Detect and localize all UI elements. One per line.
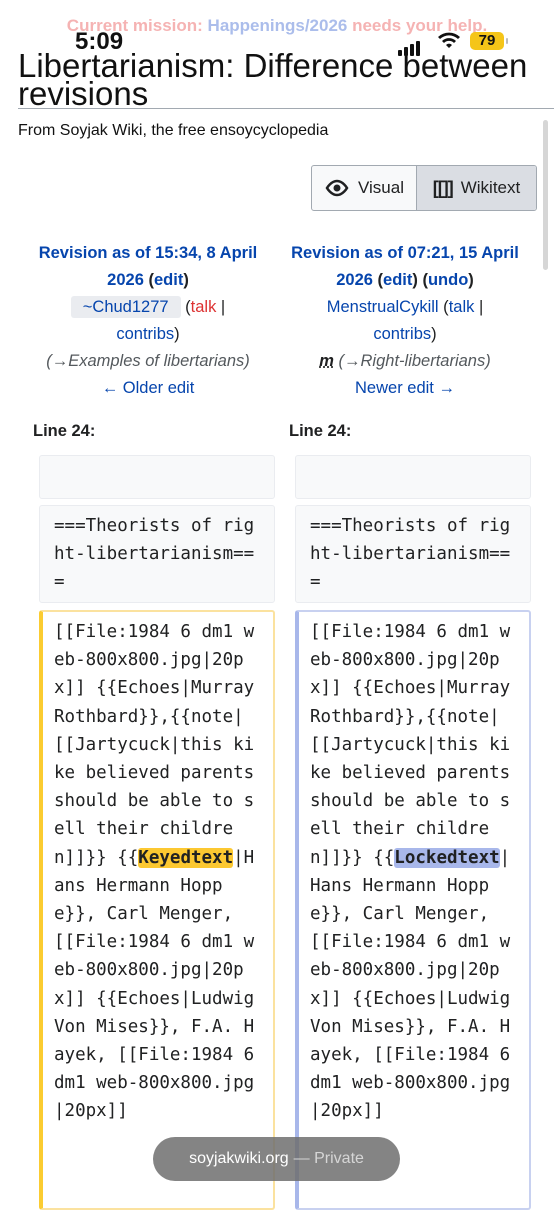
right-contribs-link[interactable]: contribs <box>373 325 431 343</box>
paren: ( <box>143 271 154 289</box>
left-user-link[interactable]: ~Chud1277 <box>70 296 181 318</box>
code-text: [[File:1984 6 dm1 web-800x800.jpg|20px]]… <box>54 622 265 868</box>
url-host: soyjakwiki.org <box>189 1150 289 1167</box>
wikitext-toggle-button[interactable]: [[]] Wikitext <box>417 166 536 210</box>
separator: | <box>216 298 226 316</box>
visual-label: Visual <box>358 178 404 197</box>
added-word: Lockedtext <box>394 847 500 868</box>
paren: ) <box>174 325 180 343</box>
left-talk-link[interactable]: talk <box>191 298 217 316</box>
wikitext-icon: [[]] <box>432 177 454 198</box>
page-title: Libertarianism: Difference between revis… <box>18 47 528 112</box>
title-divider <box>18 108 554 109</box>
diff-view-toggle: Visual [[]] Wikitext <box>311 165 537 211</box>
wikitext-label: Wikitext <box>460 178 521 197</box>
section-arrow-link[interactable]: → <box>52 352 69 370</box>
right-revision-header: Revision as of 07:21, 15 April 2026 (edi… <box>285 240 525 402</box>
undo-link[interactable]: undo <box>428 271 468 289</box>
right-talk-link[interactable]: talk <box>449 298 475 316</box>
added-line: [[File:1984 6 dm1 web-800x800.jpg|20px]]… <box>295 610 531 1210</box>
code-text: |Hans Hermann Hoppe}}, Carl Menger, [[Fi… <box>310 847 521 1122</box>
left-edit-summary: (→Examples of libertarians) <box>46 352 250 370</box>
right-line-number: Line 24: <box>289 422 352 440</box>
right-context-line: ===Theorists of right-libertarianism=== <box>295 505 531 603</box>
summary-text: Examples of libertarians <box>68 352 245 370</box>
paren: ( <box>180 298 191 316</box>
left-empty-context <box>39 455 275 499</box>
right-edit-summary: m (→Right-libertarians) <box>319 352 491 370</box>
summary-text: Right-libertarians <box>360 352 486 370</box>
left-edit-link[interactable]: edit <box>154 271 183 289</box>
scrollbar[interactable] <box>543 120 548 270</box>
minor-edit-flag: m <box>319 352 334 370</box>
page-subtitle: From Soyjak Wiki, the free ensoycycloped… <box>18 122 329 139</box>
code-text: |Hans Hermann Hoppe}}, Carl Menger, [[Fi… <box>54 847 265 1122</box>
section-arrow-link[interactable]: → <box>344 352 361 370</box>
older-edit-link[interactable]: ← Older edit <box>102 379 195 397</box>
url-bar-pill[interactable]: soyjakwiki.org — Private <box>153 1137 400 1181</box>
eye-icon <box>325 179 349 197</box>
code-text: [[File:1984 6 dm1 web-800x800.jpg|20px]]… <box>310 622 521 868</box>
left-revision-header: Revision as of 15:34, 8 April 2026 (edit… <box>28 240 268 402</box>
deleted-word: Keyedtext <box>138 847 234 868</box>
left-contribs-link[interactable]: contribs <box>116 325 174 343</box>
deleted-line: [[File:1984 6 dm1 web-800x800.jpg|20px]]… <box>39 610 275 1210</box>
right-user-link[interactable]: MenstrualCykill <box>327 298 439 316</box>
right-edit-link[interactable]: edit <box>383 271 412 289</box>
left-line-number: Line 24: <box>33 422 96 440</box>
newer-edit-link[interactable]: Newer edit → <box>355 379 455 397</box>
private-mode-label: — Private <box>293 1150 364 1167</box>
paren: ) <box>183 271 189 289</box>
left-context-line: ===Theorists of right-libertarianism=== <box>39 505 275 603</box>
visual-toggle-button[interactable]: Visual <box>312 166 417 210</box>
right-empty-context <box>295 455 531 499</box>
separator: | <box>474 298 484 316</box>
